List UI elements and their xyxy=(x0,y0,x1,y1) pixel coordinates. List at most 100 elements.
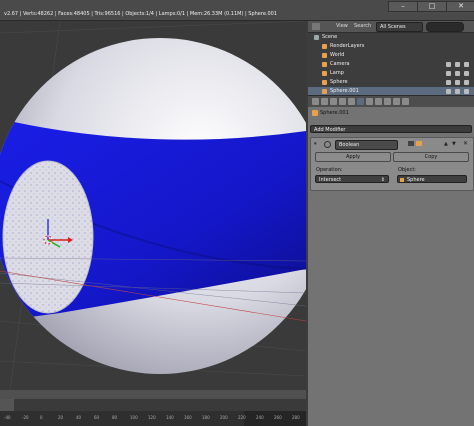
search-menu[interactable]: Search xyxy=(354,23,371,29)
visibility-eye-icon[interactable] xyxy=(446,71,451,76)
remove-modifier-icon[interactable]: ✕ xyxy=(463,140,468,147)
outliner-item-label: RenderLayers xyxy=(330,43,365,49)
render-toggle-icon[interactable] xyxy=(408,141,414,146)
frame-tick-label: 220 xyxy=(238,415,246,420)
operation-label: Operation: xyxy=(316,167,343,173)
object-label: Object: xyxy=(398,167,416,173)
add-modifier-menu[interactable]: Add Modifier xyxy=(310,125,472,133)
frame-tick-label: 120 xyxy=(148,415,156,420)
chevron-down-icon: ⇕ xyxy=(380,177,385,183)
object-value: Sphere xyxy=(407,177,425,183)
frame-tick-label: 240 xyxy=(256,415,264,420)
outliner-item-label: Sphere xyxy=(330,79,348,85)
mesh-icon xyxy=(322,80,327,85)
modifier-name: Boolean xyxy=(339,142,360,148)
operation-value: Intersect xyxy=(319,177,342,183)
timeline-frames[interactable]: -40 -20 0 20 40 60 80 100 120 140 160 180 200 220 240 2… xyxy=(0,411,306,426)
viewport-toggle-icon[interactable] xyxy=(416,141,422,146)
selectable-arrow-icon[interactable] xyxy=(455,80,460,85)
outliner-item[interactable]: RenderLayers xyxy=(308,42,474,51)
frame-tick-label: -20 xyxy=(22,415,29,420)
render-camera-icon[interactable] xyxy=(464,89,469,94)
outliner-item[interactable]: Sphere xyxy=(308,78,474,87)
info-header: v2.67 | Verts:48262 | Faces:48405 | Tris… xyxy=(0,0,474,21)
view-menu[interactable]: View xyxy=(336,23,348,29)
frame-tick-label: -40 xyxy=(4,415,11,420)
move-down-icon[interactable]: ▼ xyxy=(452,141,456,147)
view-menu-icon[interactable] xyxy=(0,399,14,411)
boolean-modifier-panel: ▾ Boolean ▲ ▼ ✕ Apply Copy Operation: Ob… xyxy=(310,137,474,191)
particles-tab-icon[interactable] xyxy=(393,98,400,105)
frame-tick-label: 80 xyxy=(112,415,118,420)
outliner-item[interactable]: Camera xyxy=(308,60,474,69)
timeline-ruler[interactable] xyxy=(0,399,306,411)
frame-tick-label: 260 xyxy=(274,415,282,420)
frame-tick-label: 280 xyxy=(292,415,300,420)
frame-tick-label: 180 xyxy=(202,415,210,420)
scene-tab-icon[interactable] xyxy=(321,98,328,105)
object-select[interactable]: Sphere xyxy=(397,175,467,183)
lamp-icon xyxy=(322,71,327,76)
display-mode-select[interactable]: All Scenes xyxy=(376,22,423,32)
render-camera-icon[interactable] xyxy=(464,62,469,67)
object-tab-icon[interactable] xyxy=(339,98,346,105)
frame-tick-label: 20 xyxy=(58,415,64,420)
selectable-arrow-icon[interactable] xyxy=(455,71,460,76)
close-button[interactable]: ✕ xyxy=(446,1,474,12)
world-icon xyxy=(322,53,327,58)
render-tab-icon[interactable] xyxy=(312,98,319,105)
material-tab-icon[interactable] xyxy=(375,98,382,105)
frame-tick-label: 200 xyxy=(220,415,228,420)
frame-tick-label: 0 xyxy=(40,415,43,420)
outliner-item[interactable]: Lamp xyxy=(308,69,474,78)
outliner-item[interactable]: Scene xyxy=(308,33,474,42)
viewport-canvas[interactable] xyxy=(0,21,306,390)
modifiers-tab-icon[interactable] xyxy=(357,98,364,105)
minimize-button[interactable]: – xyxy=(388,1,418,12)
frame-tick-label: 140 xyxy=(166,415,174,420)
3d-viewport[interactable] xyxy=(0,21,306,390)
camera-icon xyxy=(322,62,327,67)
texture-tab-icon[interactable] xyxy=(384,98,391,105)
move-up-icon[interactable]: ▲ xyxy=(444,141,448,147)
scene-icon xyxy=(314,35,319,40)
frame-tick-label: 100 xyxy=(130,415,138,420)
outliner-item-label: Scene xyxy=(322,34,338,40)
mesh-icon xyxy=(322,89,327,94)
outliner-item-label: World xyxy=(330,52,345,58)
editor-type-icon[interactable] xyxy=(312,23,320,30)
render-camera-icon[interactable] xyxy=(464,80,469,85)
apply-button[interactable]: Apply xyxy=(315,152,391,162)
visibility-eye-icon[interactable] xyxy=(446,80,451,85)
window-controls: – □ ✕ xyxy=(378,0,474,12)
selectable-arrow-icon[interactable] xyxy=(455,89,460,94)
modifier-name-field[interactable]: Boolean xyxy=(335,140,398,150)
boolean-modifier-icon xyxy=(324,141,331,148)
timeline[interactable]: -40 -20 0 20 40 60 80 100 120 140 160 180 200 220 240 2… xyxy=(0,390,306,426)
outliner-item-label: Lamp xyxy=(330,70,344,76)
frame-tick-label: 40 xyxy=(76,415,82,420)
timeline-header xyxy=(0,390,306,399)
render-camera-icon[interactable] xyxy=(464,71,469,76)
visibility-eye-icon[interactable] xyxy=(446,89,451,94)
outliner-item-label: Camera xyxy=(330,61,350,67)
object-icon xyxy=(312,110,318,116)
visibility-eye-icon[interactable] xyxy=(446,62,451,67)
renderlayers-icon xyxy=(322,44,327,49)
data-tab-icon[interactable] xyxy=(366,98,373,105)
add-modifier-label: Add Modifier xyxy=(314,127,346,133)
world-tab-icon[interactable] xyxy=(330,98,337,105)
constraints-tab-icon[interactable] xyxy=(348,98,355,105)
active-object-name: Sphere.001 xyxy=(320,110,349,116)
physics-tab-icon[interactable] xyxy=(402,98,409,105)
frame-tick-label: 160 xyxy=(184,415,192,420)
properties-editor[interactable]: Sphere.001 Add Modifier ▾ Boolean ▲ ▼ ✕ … xyxy=(308,107,474,426)
collapse-triangle-icon[interactable]: ▾ xyxy=(314,141,317,147)
outliner[interactable]: View Search All Scenes Scene RenderLayers… xyxy=(308,21,474,96)
search-input[interactable] xyxy=(426,22,464,32)
copy-button[interactable]: Copy xyxy=(393,152,469,162)
selectable-arrow-icon[interactable] xyxy=(455,62,460,67)
operation-select[interactable]: Intersect ⇕ xyxy=(315,175,389,183)
maximize-button[interactable]: □ xyxy=(417,1,447,12)
outliner-item[interactable]: World xyxy=(308,51,474,60)
